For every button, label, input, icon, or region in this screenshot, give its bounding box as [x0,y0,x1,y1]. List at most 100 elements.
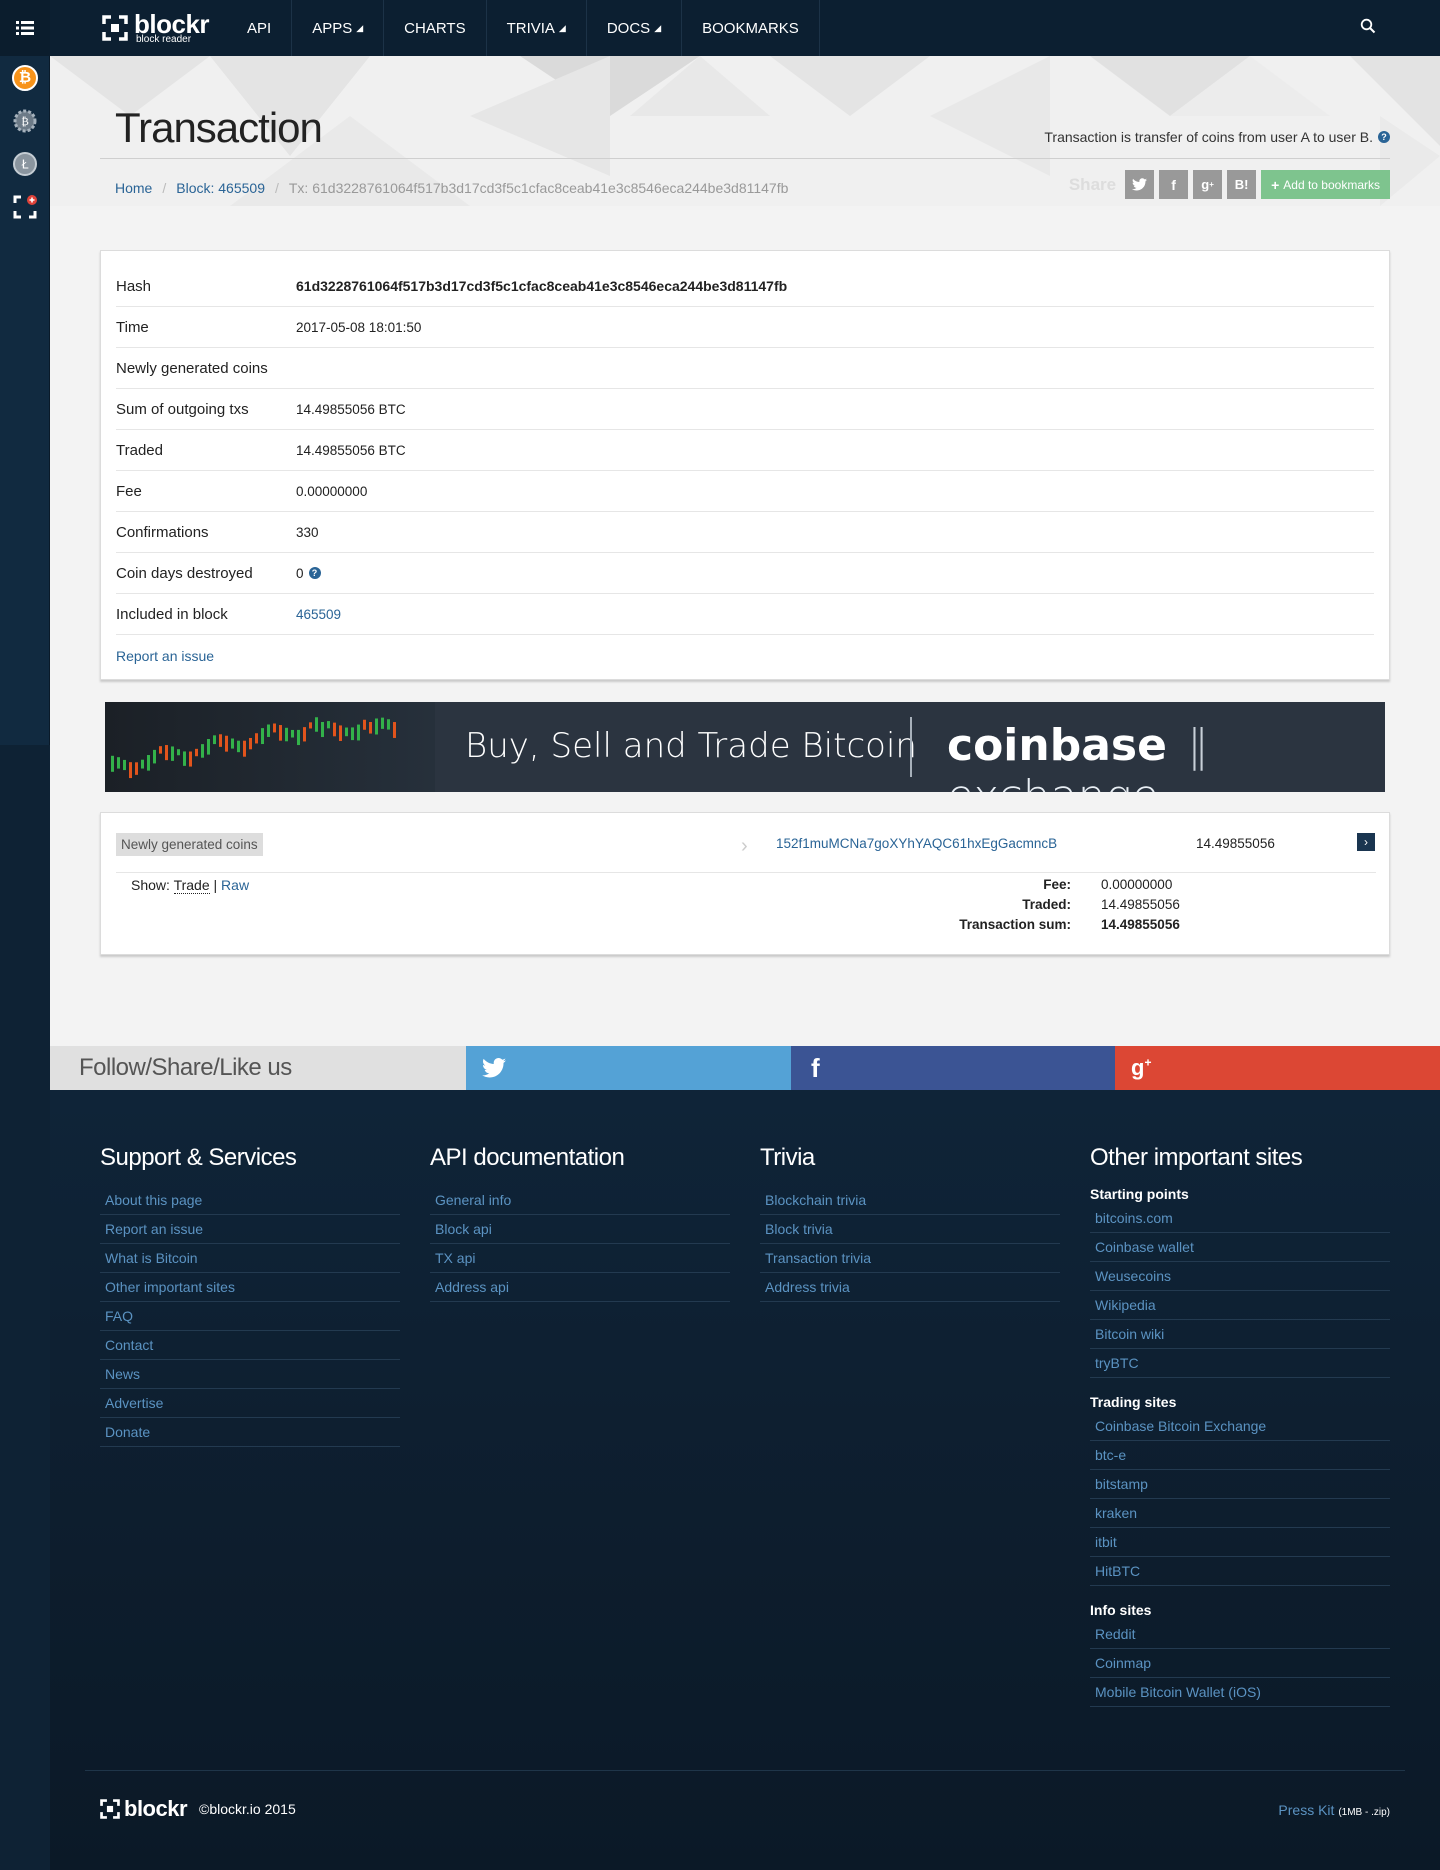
nav-item-label: TRIVIA [506,19,555,37]
footer-link-item: Other important sites [100,1273,400,1302]
output-details-button[interactable]: › [1357,833,1375,851]
help-icon[interactable]: ? [1378,131,1390,143]
facebook-like-button[interactable]: f [791,1046,1115,1090]
bitcoin-icon[interactable]: ₿ [0,56,50,99]
footer-link[interactable]: General info [435,1192,511,1208]
footer-link[interactable]: Weusecoins [1095,1268,1171,1284]
gear-coin-icon[interactable]: ₿ [0,99,50,142]
footer-link[interactable]: bitstamp [1095,1476,1148,1492]
press-kit: Press Kit (1MB - .zip) [1278,1802,1390,1818]
detail-row: Newly generated coins [116,348,1374,389]
breadcrumb-separator: / [162,180,167,196]
detail-row: Sum of outgoing txs 14.49855056 BTC [116,389,1374,430]
candle-mark [141,759,144,769]
footer-link[interactable]: Address api [435,1279,509,1295]
breadcrumb-block[interactable]: Block: 465509 [176,180,265,196]
litecoin-icon[interactable]: Ł [0,142,50,185]
breadcrumb-home[interactable]: Home [115,180,152,196]
candle-mark [123,759,126,771]
candle-mark [213,735,216,745]
footer-link[interactable]: Donate [105,1424,150,1440]
blockr-logo-icon [102,15,128,41]
footer-link[interactable]: Blockchain trivia [765,1192,866,1208]
google-plus-share-button[interactable]: g + [1193,170,1223,199]
footer-link[interactable]: What is Bitcoin [105,1250,198,1266]
ad-divider [910,717,912,777]
site-logo[interactable]: blockr block reader [102,11,210,45]
footer-link-item: About this page [100,1186,400,1215]
nav-item-api[interactable]: API [227,0,293,56]
footer-link[interactable]: Advertise [105,1395,163,1411]
coinbase-ad-banner[interactable]: Buy, Sell and Trade Bitcoin coinbase ‖ e… [105,702,1385,792]
footer-link[interactable]: Coinmap [1095,1655,1151,1671]
footer-link[interactable]: FAQ [105,1308,133,1324]
candle-mark [333,722,336,737]
candle-mark [369,722,372,734]
nav-menu: API APPS ◢ CHARTS TRIVIA ◢ DOCS ◢ BOOKMARKS [227,0,820,56]
output-address-link[interactable]: 152f1muMCNa7goXYhYAQC61hxEgGacmncB [776,836,1057,851]
footer-link[interactable]: Other important sites [105,1279,235,1295]
nav-item-trivia[interactable]: TRIVIA ◢ [487,0,587,56]
candle-mark [321,722,324,738]
footer-link-item: FAQ [100,1302,400,1331]
caret-icon: ◢ [356,22,364,33]
footer-link[interactable]: kraken [1095,1505,1137,1521]
candle-mark [297,729,300,746]
footer-other-sites-column: Other important sites Starting points bit… [1090,1144,1390,1723]
footer-link[interactable]: Mobile Bitcoin Wallet (iOS) [1095,1684,1261,1700]
share-bar: Share f g + B! + Add to bookmarks [1069,170,1390,199]
add-to-bookmarks-button[interactable]: + Add to bookmarks [1261,170,1390,199]
nav-item-docs[interactable]: DOCS ◢ [587,0,683,56]
nav-item-apps[interactable]: APPS ◢ [292,0,385,56]
twitter-share-button[interactable] [1125,170,1155,199]
footer-link[interactable]: Contact [105,1337,153,1353]
traded-value: 14.49855056 [1101,897,1180,912]
footer-link[interactable]: Report an issue [105,1221,203,1237]
footer-link-item: btc-e [1090,1441,1390,1470]
footer-link[interactable]: Reddit [1095,1626,1135,1642]
footer-other-title: Other important sites [1090,1144,1303,1171]
footer-link[interactable]: btc-e [1095,1447,1126,1463]
footer-link[interactable]: Coinbase Bitcoin Exchange [1095,1418,1266,1434]
footer-link[interactable]: Wikipedia [1095,1297,1156,1313]
show-trade-link[interactable]: Trade [173,877,210,894]
nav-item-charts[interactable]: CHARTS [384,0,487,56]
help-icon[interactable]: ? [308,567,321,579]
footer-support-column: Support & Services About this page Report… [100,1144,400,1447]
footer-link-item: Block trivia [760,1215,1060,1244]
footer-link[interactable]: bitcoins.com [1095,1210,1173,1226]
footer-link[interactable]: TX api [435,1250,475,1266]
candle-mark [237,740,240,753]
footer-link[interactable]: Address trivia [765,1279,850,1295]
candle-mark [303,727,306,742]
footer-link[interactable]: News [105,1366,140,1382]
nav-item-bookmarks[interactable]: BOOKMARKS [682,0,820,56]
fee-value: 0.00000000 [1101,877,1173,892]
hatena-bookmark-button[interactable]: B! [1227,170,1257,199]
footer-link[interactable]: Transaction trivia [765,1250,871,1266]
add-to-bookmarks-label: Add to bookmarks [1283,177,1380,192]
press-kit-link[interactable]: Press Kit [1278,1802,1334,1818]
footer-group-links: bitcoins.com Coinbase wallet Weusecoins Wik… [1090,1204,1390,1378]
facebook-share-button[interactable]: f [1159,170,1189,199]
blockr-bookmark-icon[interactable] [0,185,50,228]
footer-link[interactable]: Coinbase wallet [1095,1239,1194,1255]
footer-link[interactable]: tryBTC [1095,1355,1139,1371]
footer-link[interactable]: About this page [105,1192,202,1208]
footer-link[interactable]: Block api [435,1221,492,1237]
block-link[interactable]: 465509 [296,607,341,622]
report-issue-link[interactable]: Report an issue [116,648,214,664]
show-raw-link[interactable]: Raw [221,877,249,893]
search-icon[interactable] [1360,18,1380,38]
footer-link[interactable]: Bitcoin wiki [1095,1326,1164,1342]
footer-link[interactable]: itbit [1095,1534,1117,1550]
footer-link[interactable]: HitBTC [1095,1563,1140,1579]
nav-item-label: DOCS [606,19,651,37]
footer-link[interactable]: Block trivia [765,1221,833,1237]
candle-mark [387,719,390,730]
footer-link-item: TX api [430,1244,730,1273]
menu-icon[interactable] [0,0,50,56]
google-plus-button[interactable]: g+ [1115,1046,1440,1090]
twitter-follow-button[interactable] [466,1046,791,1090]
ad-brand-suffix: exchange [947,771,1159,792]
